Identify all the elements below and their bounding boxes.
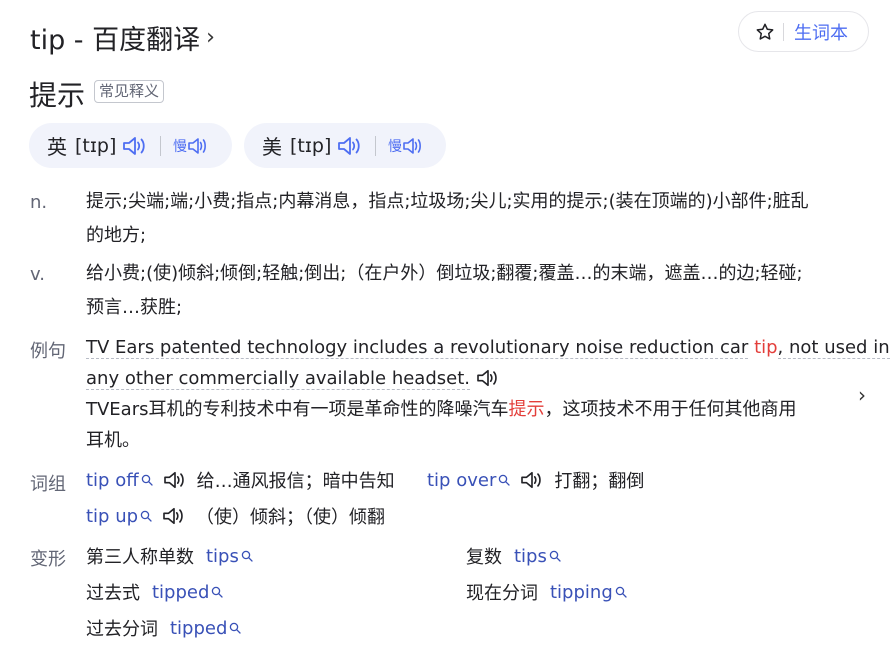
divider xyxy=(783,22,784,41)
divider xyxy=(375,135,377,156)
form-item: 过去式 tipped xyxy=(86,579,224,605)
pos-label-noun: n. xyxy=(30,192,48,213)
form-word-link[interactable]: tipped xyxy=(170,618,227,639)
definition-line: 给小费;(使)倾斜;倾倒;轻触;倒出;（在户外）倒垃圾;翻覆;覆盖…的末端，遮盖… xyxy=(86,263,803,284)
example-en-text[interactable]: any other commercially available headset… xyxy=(86,368,470,390)
form-label: 第三人称单数 xyxy=(86,547,194,568)
definition-verb: 给小费;(使)倾斜;倾倒;轻触;倒出;（在户外）倒垃圾;翻覆;覆盖…的末端，遮盖… xyxy=(86,257,866,325)
speaker-icon[interactable] xyxy=(337,135,363,157)
form-word-link[interactable]: tipped xyxy=(152,582,209,603)
vocabulary-book-label: 生词本 xyxy=(794,22,848,44)
form-label: 复数 xyxy=(466,547,502,568)
form-item: 复数 tips xyxy=(466,543,561,569)
definition-line: 预言…获胜; xyxy=(86,297,183,318)
definition-line: 提示;尖端;端;小费;指点;内幕消息，指点;垃圾场;尖儿;实用的提示;(装在顶端… xyxy=(86,191,809,212)
speaker-icon[interactable] xyxy=(520,470,544,490)
phrase-term-link[interactable]: tip up xyxy=(86,506,138,527)
chevron-right-icon[interactable]: › xyxy=(206,25,215,50)
phrases-label: 词组 xyxy=(30,474,66,495)
phrase-term-link[interactable]: tip over xyxy=(427,470,496,491)
form-item: 过去分词 tipped xyxy=(86,615,242,641)
form-word-link[interactable]: tipping xyxy=(550,582,613,603)
example-zh-line: 耳机。 xyxy=(86,430,140,451)
search-icon[interactable] xyxy=(498,474,511,486)
main-meaning: 提示 xyxy=(29,79,86,112)
example-en-text[interactable]: TV Ears patented technology includes a r… xyxy=(86,337,749,359)
phrase-meaning: 给…通风报信；暗中告知 xyxy=(196,471,395,492)
search-icon[interactable] xyxy=(615,586,627,598)
phrase-term-link[interactable]: tip off xyxy=(86,470,139,491)
form-label: 过去式 xyxy=(86,583,140,604)
phrase-item: tip off 给…通风报信；暗中告知 xyxy=(86,467,395,493)
vocabulary-book-button[interactable]: 生词本 xyxy=(738,11,869,52)
pronunciation-uk: 英 [tɪp] 慢 xyxy=(29,123,232,168)
pronunciation-us: 美 [tɪp] 慢 xyxy=(244,123,446,168)
speaker-icon[interactable] xyxy=(162,506,186,526)
search-icon[interactable] xyxy=(241,550,253,562)
search-icon[interactable] xyxy=(140,510,152,522)
title-text[interactable]: tip - 百度翻译 xyxy=(30,18,200,57)
search-icon[interactable] xyxy=(229,622,242,634)
example-en-line[interactable]: TV Ears patented technology includes a r… xyxy=(86,332,890,363)
phonetic: [tɪp] xyxy=(75,134,117,157)
svg-text:慢: 慢 xyxy=(173,138,187,155)
example-zh-line: TVEars耳机的专利技术中有一项是革命性的降噪汽车提示，这项技术不用于任何其他… xyxy=(86,394,861,425)
region-label: 英 xyxy=(47,135,67,159)
phrase-meaning: 打翻；翻倒 xyxy=(554,471,645,492)
example-keyword: tip xyxy=(754,337,778,358)
example-zh-text: ，这项技术不用于任何其他商用 xyxy=(544,399,797,420)
example-sentence: TV Ears patented technology includes a r… xyxy=(86,332,890,456)
search-icon[interactable] xyxy=(141,474,153,486)
speaker-icon[interactable] xyxy=(163,470,187,490)
definition-line: 的地方; xyxy=(86,225,147,246)
search-icon[interactable] xyxy=(549,550,561,562)
phrase-item: tip over 打翻；翻倒 xyxy=(427,467,644,493)
form-item: 现在分词 tipping xyxy=(466,579,627,605)
form-word-link[interactable]: tips xyxy=(206,546,239,567)
form-label: 现在分词 xyxy=(466,583,538,604)
page-title[interactable]: tip - 百度翻译 › xyxy=(30,18,215,57)
pos-label-verb: v. xyxy=(30,264,45,285)
slow-speaker-icon[interactable]: 慢 xyxy=(173,134,207,158)
svg-text:慢: 慢 xyxy=(388,138,402,155)
example-label: 例句 xyxy=(30,341,66,362)
form-word-link[interactable]: tips xyxy=(514,546,547,567)
phrase-item: tip up （使）倾斜；（使）倾翻 xyxy=(86,503,385,529)
next-example-arrow-icon[interactable]: › xyxy=(858,383,866,407)
example-zh-text: TVEars耳机的专利技术中有一项是革命性的降噪汽车 xyxy=(86,399,509,420)
definition-noun: 提示;尖端;端;小费;指点;内幕消息，指点;垃圾场;尖儿;实用的提示;(装在顶端… xyxy=(86,185,866,253)
slow-speaker-icon[interactable]: 慢 xyxy=(388,134,422,158)
search-icon[interactable] xyxy=(211,586,224,598)
example-en-text[interactable]: , not used in xyxy=(777,337,890,359)
form-item: 第三人称单数 tips xyxy=(86,543,253,569)
speaker-icon[interactable] xyxy=(122,135,148,157)
speaker-icon[interactable] xyxy=(476,368,500,388)
common-meaning-badge: 常见释义 xyxy=(94,80,165,103)
phrase-meaning: （使）倾斜；（使）倾翻 xyxy=(196,507,386,528)
divider xyxy=(160,135,162,156)
forms-label: 变形 xyxy=(30,549,66,570)
example-zh-keyword: 提示 xyxy=(508,399,545,420)
form-label: 过去分词 xyxy=(86,619,158,640)
star-icon xyxy=(756,23,774,40)
example-en-line[interactable]: any other commercially available headset… xyxy=(86,363,861,394)
phonetic: [tɪp] xyxy=(290,134,332,157)
region-label: 美 xyxy=(262,135,282,159)
